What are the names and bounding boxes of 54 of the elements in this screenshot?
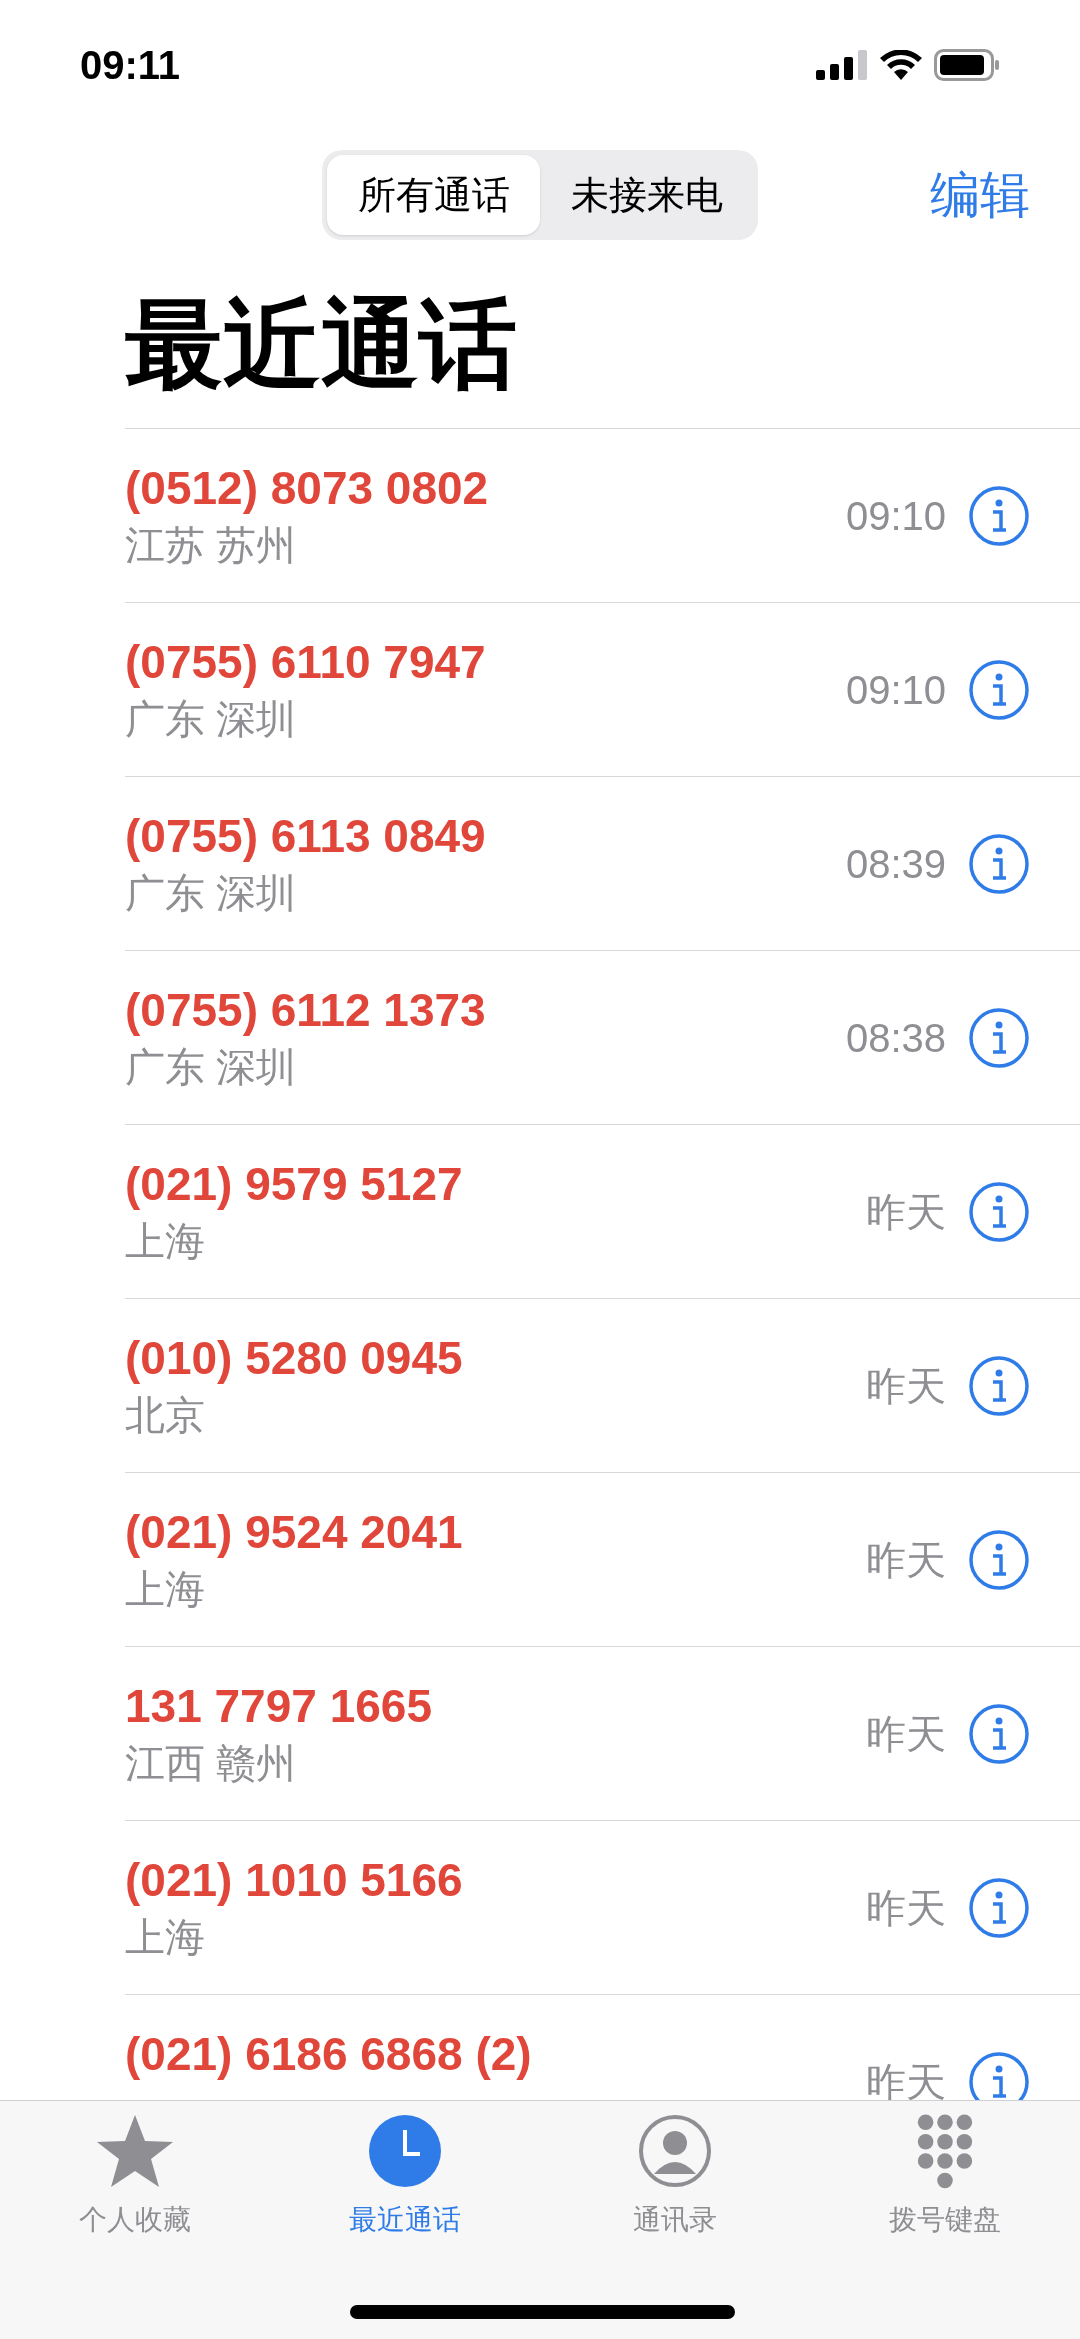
phone-number: (0755) 6112 1373 [125, 983, 487, 1038]
edit-button[interactable]: 编辑 [930, 158, 1030, 233]
tab-bar-item[interactable]: 个人收藏 [0, 2111, 270, 2241]
wifi-icon [880, 50, 922, 80]
phone-number: 131 7797 1665 [125, 1679, 433, 1734]
call-time: 昨天 [866, 1188, 946, 1236]
call-location: 上海 [125, 1566, 206, 1613]
phone-number: (021) 6186 6868 (2) [125, 2027, 533, 2082]
call-time: 08:39 [845, 840, 946, 888]
phone-number: (021) 9579 5127 [125, 1157, 464, 1212]
signal-icon [816, 50, 868, 80]
clock-icon [368, 2114, 442, 2188]
phone-number: (010) 5280 0945 [125, 1331, 464, 1386]
info-icon[interactable] [968, 1528, 1030, 1591]
phone-number: (0755) 6110 7947 [125, 635, 487, 690]
battery-icon [934, 49, 1000, 81]
call-location: 广东 深圳 [125, 696, 298, 743]
call-time: 08:38 [845, 1014, 946, 1062]
call-time: 09:10 [845, 492, 946, 540]
call-location: 江苏 苏州 [125, 522, 298, 569]
phone-number: (0512) 8073 0802 [125, 461, 490, 516]
info-icon[interactable] [968, 1702, 1030, 1765]
call-location: 上海 [125, 1218, 206, 1265]
call-location: 北京 [125, 1392, 206, 1439]
call-time: 昨天 [866, 1884, 946, 1932]
page-title: 最近通话 [124, 288, 518, 401]
call-time: 09:10 [845, 666, 946, 714]
info-icon[interactable] [968, 832, 1030, 895]
segment-tab[interactable]: 所有通话 [327, 155, 540, 235]
tab-bar-item[interactable]: 拨号键盘 [810, 2111, 1080, 2241]
info-icon[interactable] [968, 658, 1030, 721]
star-icon [95, 2113, 175, 2189]
info-icon[interactable] [968, 2050, 1030, 2100]
segment-tab[interactable]: 未接来电 [540, 155, 753, 235]
phone-number: (0755) 6113 0849 [125, 809, 487, 864]
call-location: 江西 赣州 [125, 1740, 298, 1787]
info-icon[interactable] [968, 1180, 1030, 1243]
tab-bar-item[interactable]: 通讯录 [540, 2111, 810, 2241]
info-icon[interactable] [968, 1354, 1030, 1417]
phone-number: (021) 9524 2041 [125, 1505, 464, 1560]
call-time: 昨天 [866, 1362, 946, 1410]
call-time: 昨天 [866, 2058, 946, 2100]
call-time: 昨天 [866, 1710, 946, 1758]
info-icon[interactable] [968, 1006, 1030, 1069]
person-icon [638, 2114, 712, 2188]
call-location: 上海 [125, 1914, 206, 1961]
status-time: 09:11 [80, 42, 181, 89]
call-time: 昨天 [866, 1536, 946, 1584]
call-location: 广东 深圳 [125, 1044, 298, 1091]
info-icon[interactable] [968, 484, 1030, 547]
tab-bar-item[interactable]: 最近通话 [270, 2111, 540, 2241]
info-icon[interactable] [968, 1876, 1030, 1939]
call-location: 广东 深圳 [125, 870, 298, 917]
phone-number: (021) 1010 5166 [125, 1853, 464, 1908]
